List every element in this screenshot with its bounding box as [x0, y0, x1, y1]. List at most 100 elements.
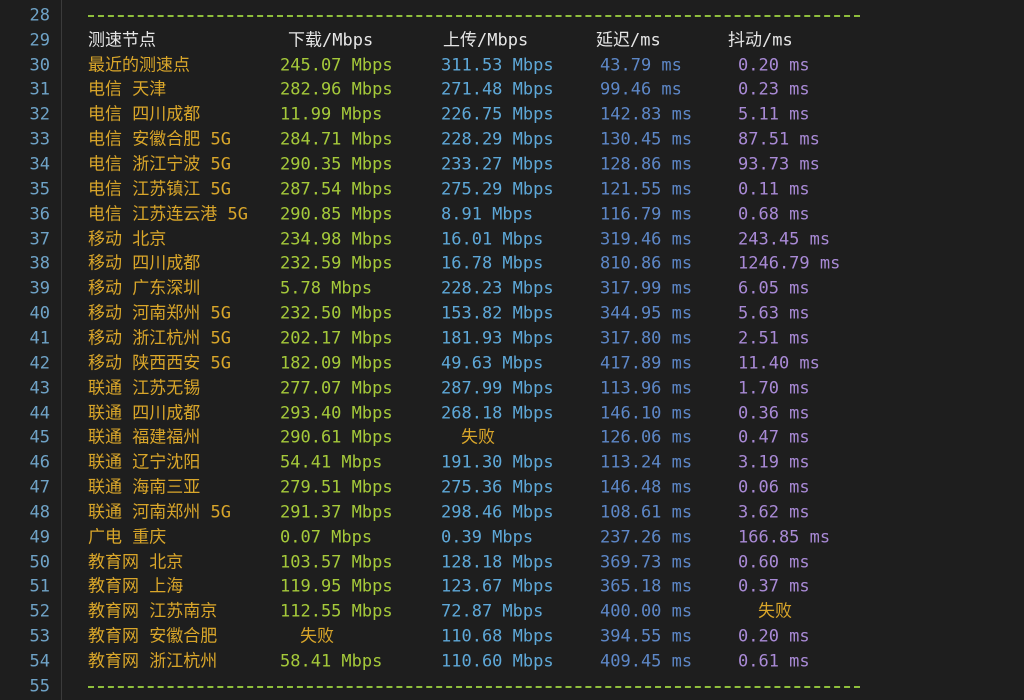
table-row: 30 最近的测速点 245.07 Mbps 311.53 Mbps 43.79 ms 0.…	[0, 53, 1024, 78]
row-latency: 130.45 ms	[600, 129, 693, 150]
header-node: 测速节点	[88, 30, 156, 51]
row-node: 联通 辽宁沈阳	[88, 452, 201, 473]
row-node: 电信 天津	[88, 79, 167, 100]
line-number: 55	[29, 676, 50, 697]
row-latency: 116.79 ms	[600, 204, 693, 225]
row-latency: 810.86 ms	[600, 253, 693, 274]
table-header: 29 测速节点 下载/Mbps 上传/Mbps 延迟/ms 抖动/ms	[0, 28, 1024, 53]
row-upload: 8.91 Mbps	[441, 204, 534, 225]
row-latency: 317.99 ms	[600, 278, 693, 299]
row-upload: 228.23 Mbps	[441, 278, 554, 299]
row-jitter: 93.73 ms	[738, 154, 820, 175]
row-jitter: 0.47 ms	[738, 427, 810, 448]
row-latency: 317.80 ms	[600, 328, 693, 349]
row-jitter: 1246.79 ms	[738, 253, 841, 274]
row-upload: 128.18 Mbps	[441, 552, 554, 573]
row-jitter: 0.20 ms	[738, 55, 810, 76]
row-download: 0.07 Mbps	[280, 527, 373, 548]
line-number: 45	[29, 427, 50, 448]
row-upload: 49.63 Mbps	[441, 353, 544, 374]
line-number: 31	[29, 79, 50, 100]
line-number: 43	[29, 378, 50, 399]
line-number: 54	[29, 651, 50, 672]
row-jitter: 87.51 ms	[738, 129, 820, 150]
row-download: 234.98 Mbps	[280, 229, 393, 250]
line-number: 37	[29, 229, 50, 250]
separator-line-bottom: 55	[0, 674, 1024, 699]
header-download: 下载/Mbps	[288, 30, 374, 51]
row-jitter: 0.20 ms	[738, 626, 810, 647]
row-latency: 121.55 ms	[600, 179, 693, 200]
row-node: 移动 北京	[88, 229, 167, 250]
row-download: 54.41 Mbps	[280, 452, 383, 473]
table-row: 42 移动 陕西西安 5G 182.09 Mbps 49.63 Mbps 417.89 …	[0, 351, 1024, 376]
line-number: 36	[29, 204, 50, 225]
table-row: 33 电信 安徽合肥 5G 284.71 Mbps 228.29 Mbps 130.45…	[0, 128, 1024, 153]
row-upload: 110.60 Mbps	[441, 651, 554, 672]
table-row: 37 移动 北京 234.98 Mbps 16.01 Mbps 319.46 ms 243…	[0, 227, 1024, 252]
row-latency: 146.10 ms	[600, 403, 693, 424]
row-node: 联通 江苏无锡	[88, 378, 201, 399]
row-latency: 344.95 ms	[600, 303, 693, 324]
row-upload: 123.67 Mbps	[441, 576, 554, 597]
row-jitter: 11.40 ms	[738, 353, 820, 374]
row-latency: 126.06 ms	[600, 427, 693, 448]
line-number: 32	[29, 104, 50, 125]
row-jitter: 5.11 ms	[738, 104, 810, 125]
row-latency: 113.24 ms	[600, 452, 693, 473]
separator-line-top: 28	[0, 4, 1024, 29]
row-jitter: 0.61 ms	[738, 651, 810, 672]
row-download: 291.37 Mbps	[280, 502, 393, 523]
row-jitter: 0.23 ms	[738, 79, 810, 100]
row-latency: 394.55 ms	[600, 626, 693, 647]
row-jitter: 166.85 ms	[738, 527, 831, 548]
table-row: 41 移动 浙江杭州 5G 202.17 Mbps 181.93 Mbps 317.80…	[0, 327, 1024, 352]
row-jitter: 0.11 ms	[738, 179, 810, 200]
row-download: 290.35 Mbps	[280, 154, 393, 175]
table-row: 39 移动 广东深圳 5.78 Mbps 228.23 Mbps 317.99 ms 6.…	[0, 277, 1024, 302]
row-download: 284.71 Mbps	[280, 129, 393, 150]
row-upload: 228.29 Mbps	[441, 129, 554, 150]
row-upload: 311.53 Mbps	[441, 55, 554, 76]
line-number: 49	[29, 527, 50, 548]
table-row: 51 教育网 上海 119.95 Mbps 123.67 Mbps 365.18 ms 0…	[0, 575, 1024, 600]
row-node: 教育网 上海	[88, 576, 184, 597]
row-jitter: 0.36 ms	[738, 403, 810, 424]
table-row: 47 联通 海南三亚 279.51 Mbps 275.36 Mbps 146.48 ms…	[0, 476, 1024, 501]
line-number: 39	[29, 278, 50, 299]
row-upload: 16.78 Mbps	[441, 253, 544, 274]
row-jitter: 5.63 ms	[738, 303, 810, 324]
row-node: 电信 江苏连云港 5G	[88, 204, 248, 225]
row-download: 112.55 Mbps	[280, 601, 393, 622]
row-latency: 369.73 ms	[600, 552, 693, 573]
table-row: 45 联通 福建福州 290.61 Mbps 失败 126.06 ms 0.47 ms	[0, 426, 1024, 451]
row-node: 移动 四川成都	[88, 253, 201, 274]
row-jitter: 1.70 ms	[738, 378, 810, 399]
row-download: 287.54 Mbps	[280, 179, 393, 200]
row-upload: 226.75 Mbps	[441, 104, 554, 125]
line-number: 30	[29, 55, 50, 76]
row-upload: 16.01 Mbps	[441, 229, 544, 250]
table-row: 34 电信 浙江宁波 5G 290.35 Mbps 233.27 Mbps 128.86…	[0, 153, 1024, 178]
row-download: 293.40 Mbps	[280, 403, 393, 424]
row-node: 电信 四川成都	[88, 104, 201, 125]
header-jitter: 抖动/ms	[728, 30, 793, 51]
row-jitter: 6.05 ms	[738, 278, 810, 299]
row-latency: 113.96 ms	[600, 378, 693, 399]
line-number: 33	[29, 129, 50, 150]
row-download: 245.07 Mbps	[280, 55, 393, 76]
row-download: 232.50 Mbps	[280, 303, 393, 324]
row-upload: 191.30 Mbps	[441, 452, 554, 473]
row-download: 282.96 Mbps	[280, 79, 393, 100]
table-row: 48 联通 河南郑州 5G 291.37 Mbps 298.46 Mbps 108.61…	[0, 501, 1024, 526]
row-node: 广电 重庆	[88, 527, 167, 548]
table-row: 44 联通 四川成都 293.40 Mbps 268.18 Mbps 146.10 ms…	[0, 401, 1024, 426]
line-number: 42	[29, 353, 50, 374]
row-jitter: 3.62 ms	[738, 502, 810, 523]
line-number: 41	[29, 328, 50, 349]
row-download: 5.78 Mbps	[280, 278, 373, 299]
row-latency: 99.46 ms	[600, 79, 682, 100]
row-download: 290.85 Mbps	[280, 204, 393, 225]
row-upload: 72.87 Mbps	[441, 601, 544, 622]
row-upload: 275.29 Mbps	[441, 179, 554, 200]
